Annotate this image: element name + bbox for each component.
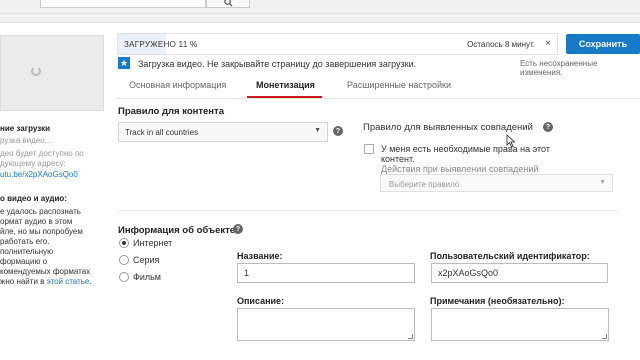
tab-basic-info[interactable]: Основная информация xyxy=(129,80,226,90)
unsaved-changes-note: Есть несохраненные изменения. xyxy=(520,59,598,77)
dropdown-arrow-icon: ▼ xyxy=(314,127,321,134)
asset-info-heading: Информация об объекте xyxy=(118,225,236,236)
tabs-divider xyxy=(117,98,640,99)
help-icon[interactable]: ? xyxy=(543,122,553,132)
resize-handle-icon[interactable] xyxy=(602,334,607,339)
tab-advanced-settings[interactable]: Расширенные настройки xyxy=(347,80,451,90)
asset-type-movie-radio[interactable] xyxy=(119,272,129,282)
match-action-label: Действия при выявлении совпадений xyxy=(381,164,539,174)
content-rule-select[interactable]: Track in all countries ▼ xyxy=(118,122,328,142)
audio-info-line: работать его. xyxy=(0,237,50,246)
upload-notice: Загрузка видео. Не закрывайте страницу д… xyxy=(138,59,417,69)
tab-monetization[interactable]: Монетизация xyxy=(256,80,315,90)
search-button[interactable] xyxy=(206,0,250,8)
dropdown-arrow-icon: ▼ xyxy=(599,179,606,186)
video-audio-heading: о видео и аудио: xyxy=(0,194,67,203)
star-icon: ★ xyxy=(118,57,130,69)
video-url-text-2: дующему адресу: xyxy=(0,159,66,168)
section-divider xyxy=(118,210,618,211)
title-field[interactable]: 1 xyxy=(237,263,415,283)
content-rule-value: Track in all countries xyxy=(125,128,199,137)
video-url-text-1: део будет доступно по xyxy=(0,149,84,158)
save-button[interactable]: Сохранить xyxy=(566,34,640,54)
rights-checkbox-label: У меня есть необходимые права на этот xyxy=(381,144,550,154)
upload-progress-bar: ЗАГРУЖЕНО 11 % Осталось 8 минут. × xyxy=(117,33,558,55)
match-action-placeholder: Выберите правило xyxy=(389,180,460,189)
rights-checkbox-label: контент. xyxy=(381,154,415,164)
audio-info-line: полнительную xyxy=(0,247,54,256)
audio-info-line: формацию о xyxy=(0,257,48,266)
period: . xyxy=(89,277,92,286)
asset-type-movie-label: Фильм xyxy=(133,272,161,282)
video-thumbnail xyxy=(0,35,104,111)
description-label: Описание: xyxy=(237,296,285,306)
notes-label: Примечания (необязательно): xyxy=(430,296,565,306)
custom-id-label: Пользовательский идентификатор: xyxy=(430,251,590,261)
title-field-label: Название: xyxy=(237,251,283,261)
audio-info-line: е удалось распознать xyxy=(0,207,81,216)
match-action-select[interactable]: Выберите правило ▼ xyxy=(380,174,613,192)
audio-info-line: йле, но мы попробуем xyxy=(0,227,83,236)
match-rule-heading: Правило для выявленных совпадений xyxy=(363,122,533,133)
asset-type-web-radio[interactable] xyxy=(119,238,129,248)
help-icon[interactable]: ? xyxy=(333,126,343,136)
active-tab-indicator xyxy=(247,96,322,98)
search-icon xyxy=(223,0,233,7)
audio-info-text: жно найти в xyxy=(0,277,47,286)
upload-progress-label: ЗАГРУЖЕНО 11 % xyxy=(124,40,198,49)
asset-type-series-radio[interactable] xyxy=(119,255,129,265)
time-remaining: Осталось 8 минут. xyxy=(467,40,535,49)
video-url-link[interactable]: utu.be/x2pXAoGsQo0 xyxy=(0,170,78,181)
asset-type-web-label: Интернет xyxy=(133,238,173,248)
audio-info-line: ормат аудио в этом xyxy=(0,217,73,226)
mouse-cursor-icon xyxy=(506,134,516,148)
audio-info-line: жно найти в этой статье. xyxy=(0,277,92,288)
asset-type-series-label: Серия xyxy=(133,255,160,265)
notes-field[interactable] xyxy=(431,308,609,341)
custom-id-field[interactable]: x2pXAoGsQo0 xyxy=(431,263,608,283)
help-icon[interactable]: ? xyxy=(233,224,243,234)
loading-spinner-icon xyxy=(31,66,41,76)
content-rule-heading: Правило для контента xyxy=(118,106,224,117)
resize-handle-icon[interactable] xyxy=(408,334,413,339)
cancel-upload-close-icon[interactable]: × xyxy=(545,38,551,49)
rights-checkbox[interactable] xyxy=(364,144,374,154)
upload-status-heading: ние загрузки xyxy=(0,124,51,133)
search-input[interactable] xyxy=(40,0,206,8)
description-field[interactable] xyxy=(237,308,415,341)
audio-info-line: комендуемых форматах xyxy=(0,267,91,276)
help-article-link[interactable]: этой статье xyxy=(47,277,90,286)
upload-status-text: рузка видео... xyxy=(0,136,52,145)
